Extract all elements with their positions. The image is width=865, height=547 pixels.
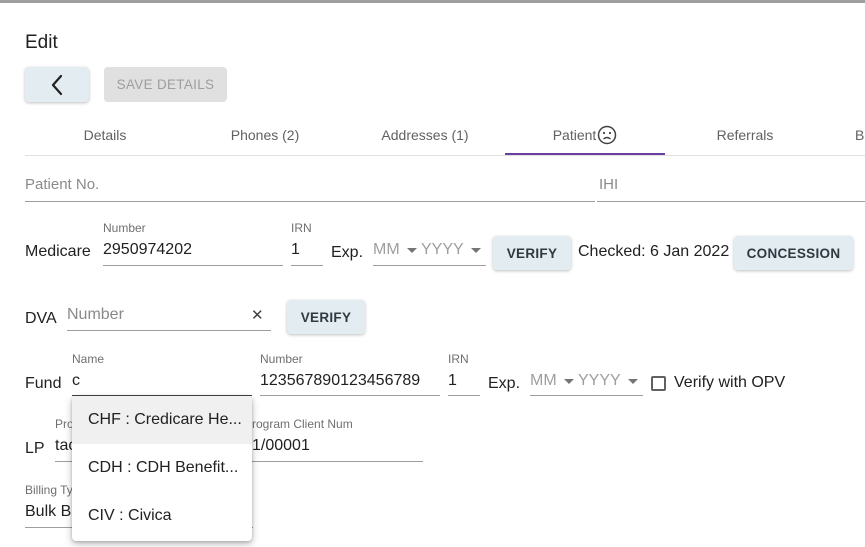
- ihi-underline: [597, 201, 865, 202]
- fund-exp-label: Exp.: [488, 375, 521, 392]
- billing-type-select[interactable]: Bulk Bi: [25, 503, 75, 521]
- fund-number-label: Number: [260, 352, 303, 366]
- fund-year-select[interactable]: YYYY: [578, 372, 621, 390]
- fund-option-chf[interactable]: CHF : Credicare He...: [72, 396, 252, 444]
- fund-autocomplete-menu: CHF : Credicare He... CDH : CDH Benefit.…: [72, 396, 252, 541]
- fund-irn-underline: [448, 395, 480, 396]
- dva-verify-button[interactable]: VERIFY: [287, 300, 365, 334]
- medicare-label: Medicare: [25, 243, 91, 260]
- tab-details[interactable]: Details: [25, 115, 185, 155]
- medicare-verify-button[interactable]: VERIFY: [493, 236, 571, 270]
- fund-exp-underline: [530, 395, 643, 396]
- billing-type-label: Billing Ty: [25, 483, 73, 497]
- lp-client-num-underline: [252, 461, 423, 462]
- tabs-divider: [25, 155, 865, 156]
- fund-year-caret-icon: [628, 379, 638, 384]
- fund-month-caret-icon: [564, 379, 574, 384]
- clear-icon[interactable]: ✕: [251, 306, 264, 324]
- save-details-button[interactable]: SAVE DETAILS: [104, 67, 227, 102]
- fund-name-label: Name: [72, 352, 105, 366]
- fund-option-cdh[interactable]: CDH : CDH Benefit...: [72, 444, 252, 492]
- dva-number-underline: [67, 330, 271, 331]
- lp-label: LP: [25, 440, 45, 457]
- medicare-irn-input[interactable]: 1: [291, 241, 300, 259]
- lp-program-label: Pro: [55, 417, 74, 431]
- fund-number-underline: [260, 395, 440, 396]
- dva-label: DVA: [25, 310, 57, 327]
- fund-month-select[interactable]: MM: [530, 372, 557, 390]
- tab-phones[interactable]: Phones (2): [185, 115, 345, 155]
- tab-billing[interactable]: B: [855, 115, 865, 155]
- fund-name-input[interactable]: c: [72, 372, 80, 390]
- patient-no-input[interactable]: Patient No.: [25, 176, 99, 193]
- fund-label: Fund: [25, 375, 62, 392]
- year-caret-icon: [471, 248, 481, 253]
- fund-option-civ[interactable]: CIV : Civica: [72, 492, 252, 540]
- month-caret-icon: [407, 248, 417, 253]
- fund-irn-label: IRN: [448, 352, 469, 366]
- medicare-number-label: Number: [103, 221, 146, 235]
- medicare-exp-underline: [373, 265, 486, 266]
- medicare-irn-underline: [291, 265, 323, 266]
- sad-face-icon: [598, 125, 617, 145]
- fund-irn-input[interactable]: 1: [448, 372, 457, 390]
- medicare-number-input[interactable]: 2950974202: [103, 241, 192, 259]
- tab-referrals[interactable]: Referrals: [665, 115, 825, 155]
- medicare-irn-label: IRN: [291, 221, 312, 235]
- back-button[interactable]: [25, 67, 89, 102]
- dva-number-input[interactable]: Number: [67, 306, 124, 324]
- medicare-checked-text: Checked: 6 Jan 2022: [578, 243, 730, 260]
- top-strip: [0, 0, 865, 3]
- concession-button[interactable]: CONCESSION: [734, 236, 853, 270]
- lp-client-num-label: rogram Client Num: [252, 417, 353, 431]
- lp-client-num-input[interactable]: 1/00001: [252, 437, 310, 455]
- medicare-month-select[interactable]: MM: [373, 241, 400, 259]
- verify-opv-label: Verify with OPV: [674, 374, 786, 391]
- medicare-number-underline: [103, 265, 283, 266]
- medicare-exp-label: Exp.: [331, 244, 364, 261]
- tab-patient[interactable]: Patient: [505, 115, 665, 155]
- verify-opv-checkbox[interactable]: [651, 376, 666, 391]
- fund-number-input[interactable]: 123567890123456789: [260, 372, 420, 390]
- medicare-year-select[interactable]: YYYY: [421, 241, 464, 259]
- page-title: Edit: [25, 32, 58, 53]
- chevron-left-icon: [51, 74, 63, 95]
- tab-addresses[interactable]: Addresses (1): [345, 115, 505, 155]
- ihi-input[interactable]: IHI: [599, 176, 618, 193]
- active-tab-indicator: [505, 153, 665, 155]
- patient-no-underline: [25, 201, 595, 202]
